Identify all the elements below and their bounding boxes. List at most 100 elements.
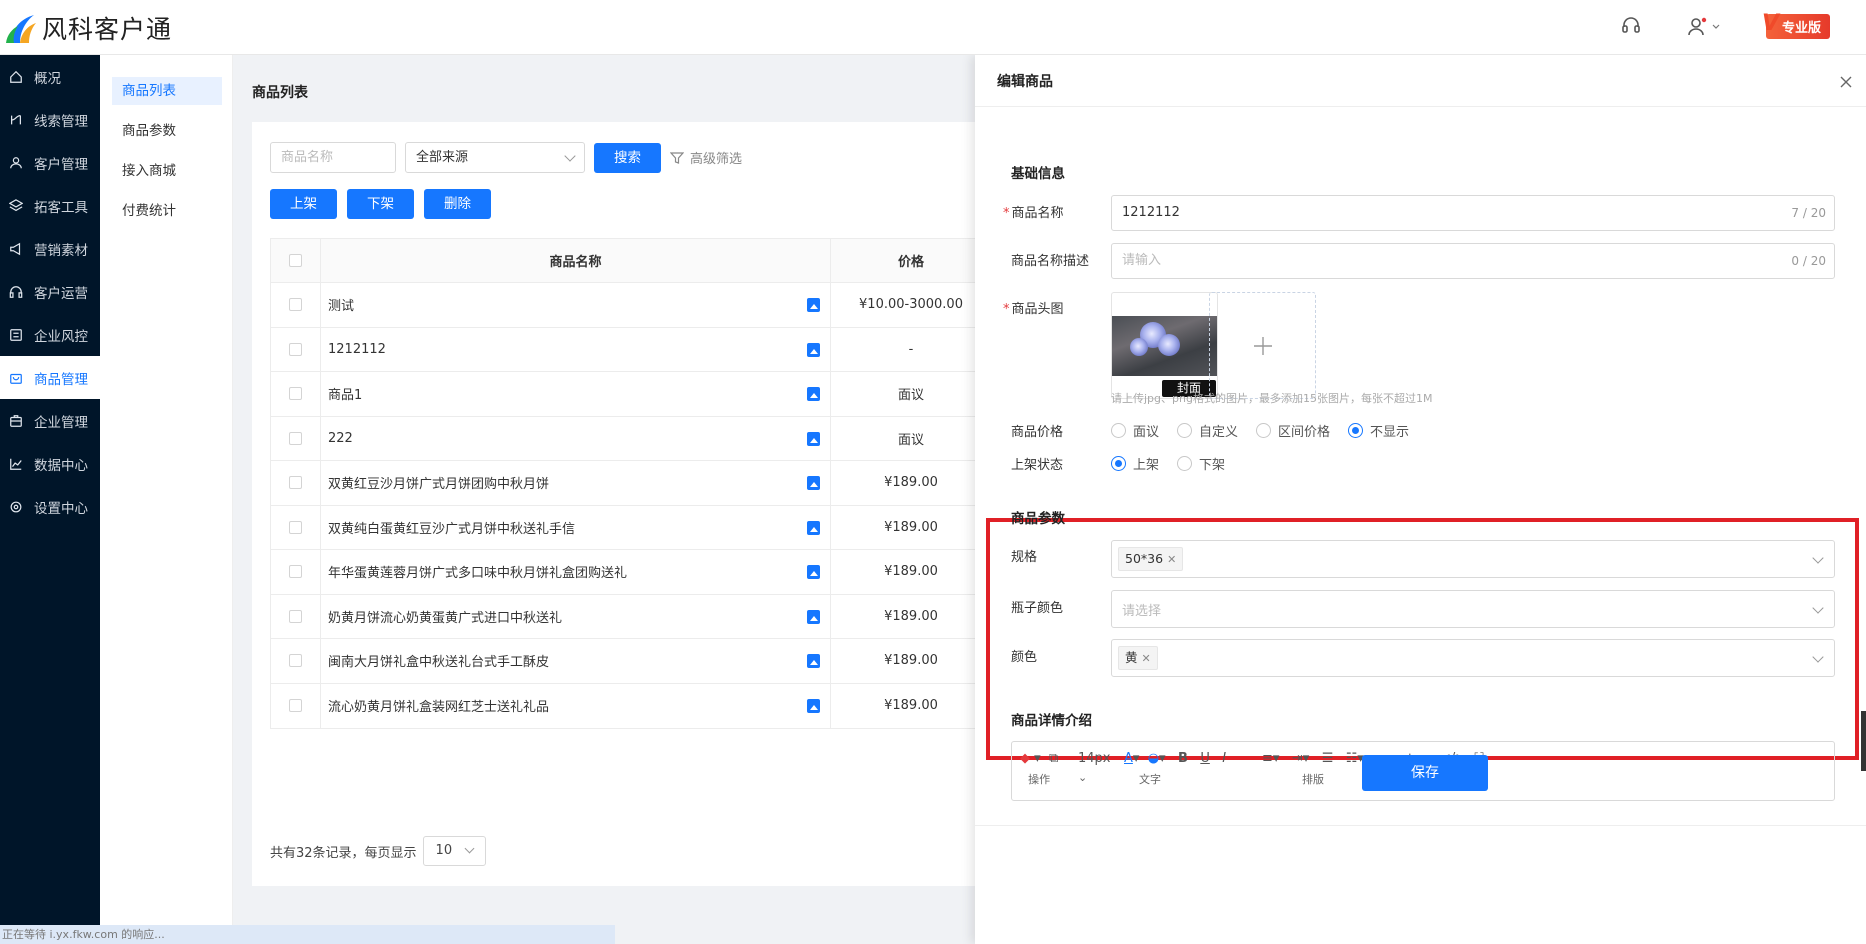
underline-icon[interactable]: U: [1200, 751, 1210, 766]
table-row[interactable]: 1212112 -: [271, 327, 991, 372]
product-name-input[interactable]: 1212112 7 / 20: [1111, 195, 1835, 231]
image-icon[interactable]: [807, 654, 820, 668]
color-select[interactable]: 黄 ✕: [1111, 639, 1835, 677]
nav-item[interactable]: 营销素材: [0, 227, 100, 270]
image-icon[interactable]: [807, 342, 820, 357]
highlight-color-icon[interactable]: ◒: [1148, 751, 1159, 766]
table-row[interactable]: 双黄纯白蛋黄红豆沙广式月饼中秋送礼手信 ¥189.00: [271, 505, 991, 550]
bottle-color-select[interactable]: 请选择: [1111, 590, 1835, 628]
advanced-filter-button[interactable]: 高级筛选: [670, 148, 742, 167]
toolbar-op-group[interactable]: ◆ ▾ ⧉ 操作: [1020, 750, 1058, 787]
table-row[interactable]: 年华蛋黄莲蓉月饼广式多口味中秋月饼礼盒团购送礼 ¥189.00: [271, 550, 991, 595]
row-checkbox[interactable]: [289, 387, 302, 401]
table-row[interactable]: 奶黄月饼流心奶黄蛋黄广式进口中秋送礼 ¥189.00: [271, 594, 991, 639]
image-label-text: 商品头图: [1011, 302, 1064, 317]
scrollbar-thumb[interactable]: [1861, 711, 1866, 771]
color-tag-text: 黄: [1125, 650, 1138, 665]
product-price-cell: ¥10.00-3000.00: [859, 297, 963, 313]
image-icon[interactable]: [807, 565, 820, 579]
source-select[interactable]: 全部来源: [405, 142, 585, 173]
image-icon[interactable]: [807, 298, 820, 312]
table-row[interactable]: 流心奶黄月饼礼盒装网红芝士送礼礼品 ¥189.00: [271, 683, 991, 728]
subnav-product-list[interactable]: 商品列表: [112, 77, 222, 105]
product-price-cell: 面议: [897, 432, 924, 448]
status-radio[interactable]: 上架: [1111, 454, 1159, 473]
close-icon[interactable]: [1840, 71, 1852, 91]
remove-tag-icon[interactable]: ✕: [1142, 652, 1151, 665]
copy-icon[interactable]: ⧉: [1049, 751, 1058, 766]
product-price-cell: ¥189.00: [884, 698, 938, 714]
nav-item[interactable]: 企业风控: [0, 313, 100, 356]
product-desc-input[interactable]: 请输入 0 / 20: [1111, 243, 1835, 279]
subnav-mall-access[interactable]: 接入商城: [112, 157, 222, 185]
image-icon[interactable]: [807, 609, 820, 624]
row-checkbox[interactable]: [289, 431, 302, 445]
image-icon[interactable]: [807, 387, 820, 401]
bottle-color-label: 瓶子颜色: [1011, 601, 1064, 616]
price-radio[interactable]: 面议: [1111, 421, 1159, 440]
price-radio[interactable]: 区间价格: [1256, 421, 1330, 440]
delete-button[interactable]: 删除: [424, 189, 491, 219]
save-button[interactable]: 保存: [1362, 755, 1488, 791]
product-name-search-input[interactable]: 商品名称: [270, 142, 396, 173]
status-radio[interactable]: 下架: [1177, 454, 1225, 473]
nav-item[interactable]: 商品管理: [0, 356, 100, 399]
nav-item[interactable]: 客户运营: [0, 270, 100, 313]
nav-item[interactable]: 设置中心: [0, 485, 100, 528]
row-checkbox[interactable]: [289, 654, 302, 668]
nav-item[interactable]: 线索管理: [0, 98, 100, 141]
list-on-shelf-button[interactable]: 上架: [270, 189, 337, 219]
price-radio[interactable]: 不显示: [1348, 421, 1409, 440]
font-color-icon[interactable]: A: [1124, 751, 1133, 766]
table-row[interactable]: 222 面议: [271, 416, 991, 461]
image-icon[interactable]: [807, 431, 820, 446]
brand-logo[interactable]: 风科客户通: [4, 10, 172, 46]
subnav-payment-stats[interactable]: 付费统计: [112, 197, 222, 225]
toolbar-layout-group[interactable]: ≡▾ ⇥▾ ☰ ☷▾ 排版: [1262, 750, 1364, 787]
nav-item[interactable]: 拓客工具: [0, 184, 100, 227]
product-cover-image[interactable]: 封面: [1111, 292, 1218, 399]
ordered-list-icon[interactable]: ☷: [1346, 751, 1358, 766]
spec-select[interactable]: 50*36 ✕: [1111, 540, 1835, 578]
eraser-icon[interactable]: ◆: [1020, 751, 1030, 766]
row-checkbox[interactable]: [289, 476, 302, 490]
row-checkbox[interactable]: [289, 565, 302, 579]
pro-edition-badge[interactable]: 专业版: [1762, 11, 1830, 39]
add-image-button[interactable]: [1209, 292, 1316, 399]
italic-icon[interactable]: I: [1222, 751, 1226, 766]
user-account-icon[interactable]: [1687, 17, 1720, 37]
search-button[interactable]: 搜索: [594, 142, 661, 173]
row-checkbox[interactable]: [289, 298, 302, 312]
toolbar-text-group[interactable]: A▾ ◒▾ B U I 文字: [1124, 750, 1226, 787]
nav-item-label: 概况: [34, 70, 61, 87]
price-radio[interactable]: 自定义: [1177, 421, 1238, 440]
image-icon[interactable]: [807, 476, 820, 490]
table-row[interactable]: 闽南大月饼礼盒中秋送礼台式手工酥皮 ¥189.00: [271, 639, 991, 684]
subnav-product-params[interactable]: 商品参数: [112, 117, 222, 145]
nav-item[interactable]: 企业管理: [0, 399, 100, 442]
product-name-cell: 流心奶黄月饼礼盒装网红芝士送礼礼品: [328, 700, 550, 716]
nav-item[interactable]: 概况: [0, 55, 100, 98]
image-icon[interactable]: [807, 520, 820, 535]
remove-tag-icon[interactable]: ✕: [1167, 553, 1176, 566]
nav-item[interactable]: 数据中心: [0, 442, 100, 485]
row-checkbox[interactable]: [289, 520, 302, 534]
table-row[interactable]: 测试 ¥10.00-3000.00: [271, 283, 991, 328]
align-icon[interactable]: ≡: [1262, 751, 1273, 766]
table-row[interactable]: 双黄红豆沙月饼广式月饼团购中秋月饼 ¥189.00: [271, 461, 991, 506]
chevron-down-icon: [564, 150, 576, 162]
bullet-list-icon[interactable]: ☰: [1322, 751, 1334, 766]
page-size-select[interactable]: 10: [422, 836, 486, 866]
select-all-checkbox[interactable]: [289, 254, 302, 267]
row-checkbox[interactable]: [289, 699, 302, 713]
indent-icon[interactable]: ⇥: [1292, 751, 1303, 766]
list-off-shelf-button[interactable]: 下架: [347, 189, 414, 219]
bold-icon[interactable]: B: [1178, 751, 1188, 766]
nav-item[interactable]: 客户管理: [0, 141, 100, 184]
row-checkbox[interactable]: [289, 609, 302, 623]
table-row[interactable]: 商品1 面议: [271, 372, 991, 417]
row-checkbox[interactable]: [289, 342, 302, 356]
image-icon[interactable]: [807, 698, 820, 713]
filter-icon: [670, 151, 684, 164]
headset-support-icon[interactable]: [1621, 15, 1641, 39]
